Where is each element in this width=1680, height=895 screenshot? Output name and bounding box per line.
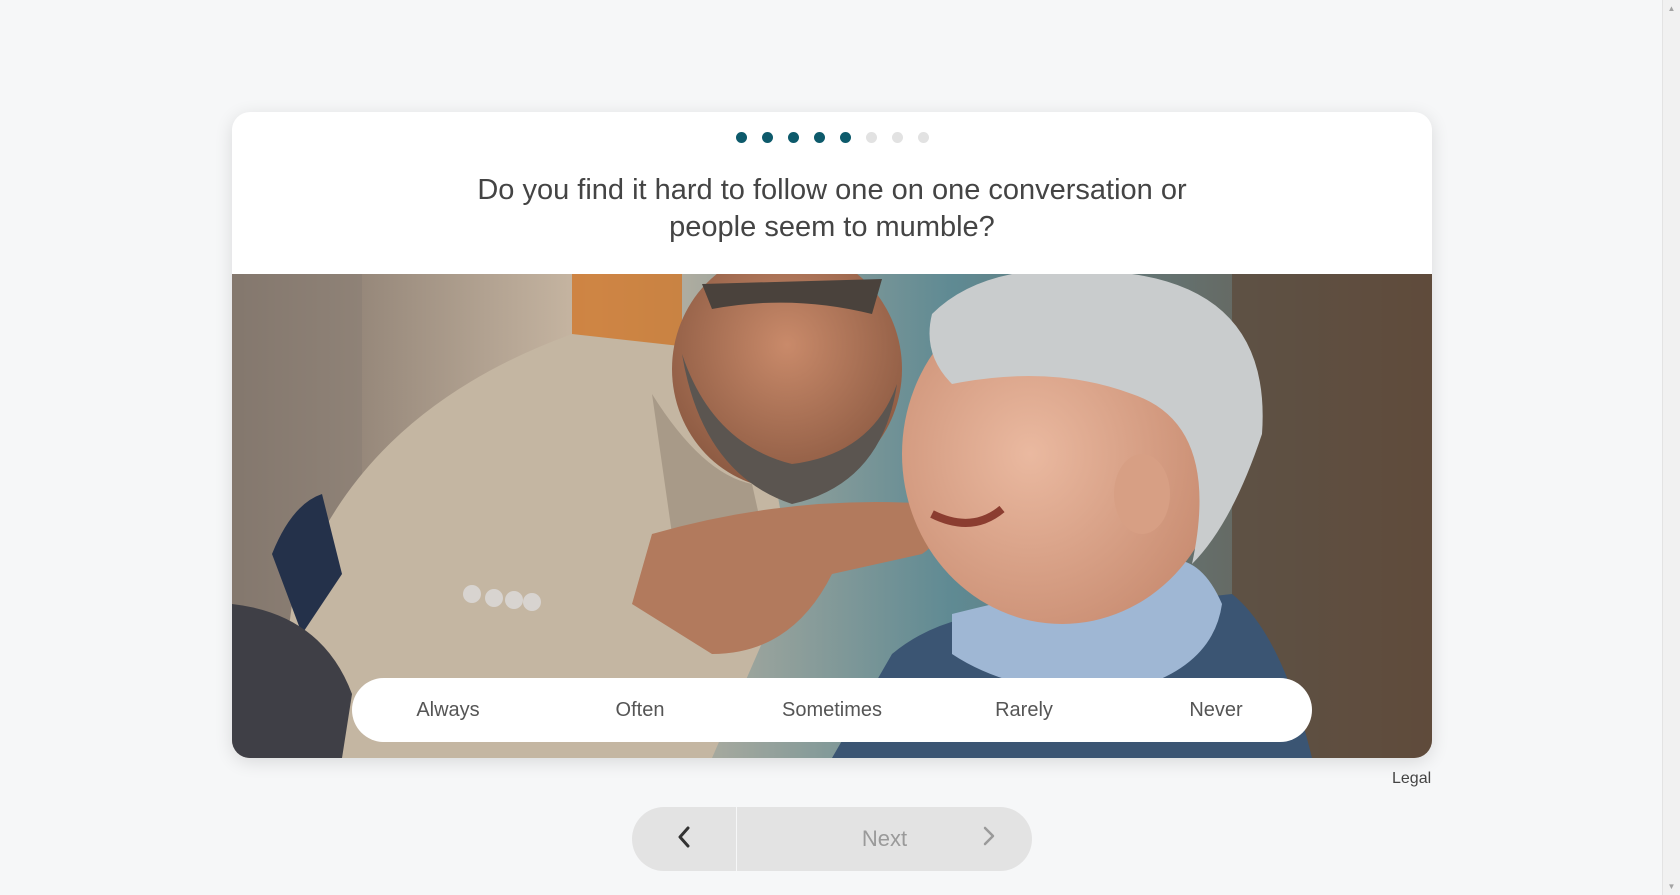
answer-options: Always Often Sometimes Rarely Never bbox=[352, 678, 1312, 742]
page-scrollbar[interactable]: ▲ ▼ bbox=[1662, 0, 1680, 895]
chevron-right-icon bbox=[982, 826, 996, 852]
progress-dot bbox=[839, 132, 851, 143]
progress-dot bbox=[787, 132, 799, 143]
question-line-1: Do you find it hard to follow one on one… bbox=[477, 174, 1187, 206]
progress-dots bbox=[232, 132, 1432, 143]
progress-dot bbox=[761, 132, 773, 143]
answer-rarely[interactable]: Rarely bbox=[928, 678, 1120, 742]
answer-often[interactable]: Often bbox=[544, 678, 736, 742]
question-card: Do you find it hard to follow one on one… bbox=[232, 112, 1432, 758]
question-title: Do you find it hard to follow one on one… bbox=[412, 172, 1252, 246]
scroll-down-icon[interactable]: ▼ bbox=[1663, 878, 1680, 895]
progress-dot bbox=[891, 132, 903, 143]
next-label: Next bbox=[861, 826, 908, 851]
scroll-up-icon[interactable]: ▲ bbox=[1663, 0, 1680, 17]
progress-dot bbox=[735, 132, 747, 143]
next-button[interactable]: Next bbox=[737, 807, 1032, 871]
answer-always[interactable]: Always bbox=[352, 678, 544, 742]
chevron-left-icon bbox=[676, 826, 692, 853]
legal-link[interactable]: Legal bbox=[1392, 770, 1431, 788]
back-button[interactable] bbox=[632, 807, 737, 871]
navigation-buttons: Next bbox=[632, 807, 1032, 871]
answer-never[interactable]: Never bbox=[1120, 678, 1312, 742]
progress-dot bbox=[865, 132, 877, 143]
progress-dot bbox=[813, 132, 825, 143]
progress-dot bbox=[917, 132, 929, 143]
question-line-2: people seem to mumble? bbox=[669, 211, 995, 243]
answer-sometimes[interactable]: Sometimes bbox=[736, 678, 928, 742]
